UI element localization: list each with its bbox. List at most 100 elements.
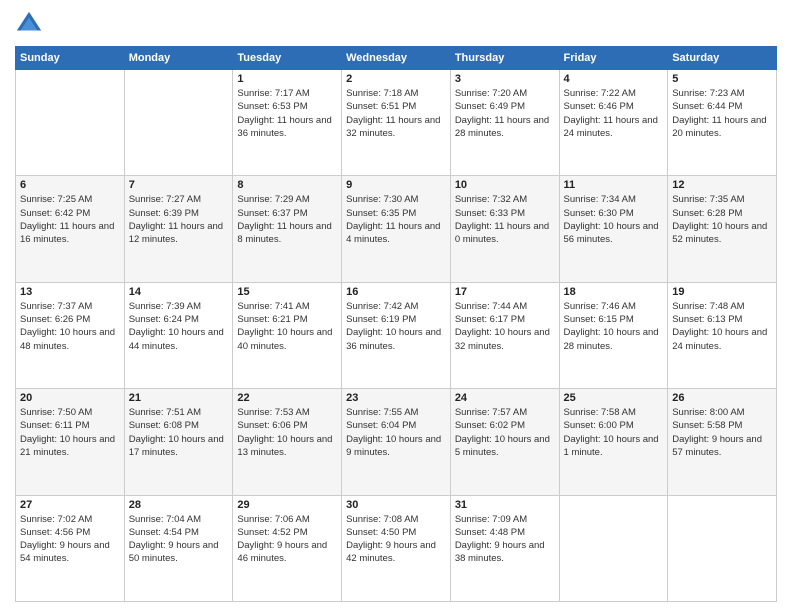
calendar-cell: 3 Sunrise: 7:20 AM Sunset: 6:49 PM Daylig…: [450, 70, 559, 176]
cell-sun-info: Sunrise: 7:35 AM Sunset: 6:28 PM Dayligh…: [672, 193, 772, 246]
cell-sun-info: Sunrise: 7:32 AM Sunset: 6:33 PM Dayligh…: [455, 193, 555, 246]
cell-day-number: 4: [564, 73, 664, 85]
cell-sun-info: Sunrise: 7:18 AM Sunset: 6:51 PM Dayligh…: [346, 87, 446, 140]
calendar-cell: 30 Sunrise: 7:08 AM Sunset: 4:50 PM Dayli…: [342, 495, 451, 601]
calendar-week-row: 27 Sunrise: 7:02 AM Sunset: 4:56 PM Dayli…: [16, 495, 777, 601]
calendar-cell: 20 Sunrise: 7:50 AM Sunset: 6:11 PM Dayli…: [16, 389, 125, 495]
cell-day-number: 11: [564, 179, 664, 191]
weekday-header: Monday: [124, 47, 233, 70]
calendar-cell: [559, 495, 668, 601]
cell-sun-info: Sunrise: 7:50 AM Sunset: 6:11 PM Dayligh…: [20, 406, 120, 459]
cell-day-number: 15: [237, 286, 337, 298]
cell-sun-info: Sunrise: 7:37 AM Sunset: 6:26 PM Dayligh…: [20, 300, 120, 353]
calendar-cell: 1 Sunrise: 7:17 AM Sunset: 6:53 PM Daylig…: [233, 70, 342, 176]
cell-sun-info: Sunrise: 7:30 AM Sunset: 6:35 PM Dayligh…: [346, 193, 446, 246]
cell-day-number: 18: [564, 286, 664, 298]
cell-sun-info: Sunrise: 7:04 AM Sunset: 4:54 PM Dayligh…: [129, 513, 229, 566]
calendar-week-row: 13 Sunrise: 7:37 AM Sunset: 6:26 PM Dayli…: [16, 282, 777, 388]
calendar-cell: 12 Sunrise: 7:35 AM Sunset: 6:28 PM Dayli…: [668, 176, 777, 282]
calendar-cell: 21 Sunrise: 7:51 AM Sunset: 6:08 PM Dayli…: [124, 389, 233, 495]
calendar-cell: 7 Sunrise: 7:27 AM Sunset: 6:39 PM Daylig…: [124, 176, 233, 282]
cell-day-number: 7: [129, 179, 229, 191]
cell-sun-info: Sunrise: 7:44 AM Sunset: 6:17 PM Dayligh…: [455, 300, 555, 353]
calendar-cell: 15 Sunrise: 7:41 AM Sunset: 6:21 PM Dayli…: [233, 282, 342, 388]
cell-day-number: 24: [455, 392, 555, 404]
cell-day-number: 12: [672, 179, 772, 191]
cell-day-number: 25: [564, 392, 664, 404]
cell-day-number: 2: [346, 73, 446, 85]
cell-day-number: 13: [20, 286, 120, 298]
cell-day-number: 26: [672, 392, 772, 404]
cell-day-number: 23: [346, 392, 446, 404]
calendar-cell: 31 Sunrise: 7:09 AM Sunset: 4:48 PM Dayli…: [450, 495, 559, 601]
header: [15, 10, 777, 38]
cell-sun-info: Sunrise: 7:20 AM Sunset: 6:49 PM Dayligh…: [455, 87, 555, 140]
calendar-cell: 9 Sunrise: 7:30 AM Sunset: 6:35 PM Daylig…: [342, 176, 451, 282]
cell-day-number: 19: [672, 286, 772, 298]
page: SundayMondayTuesdayWednesdayThursdayFrid…: [0, 0, 792, 612]
weekday-header: Thursday: [450, 47, 559, 70]
cell-sun-info: Sunrise: 7:02 AM Sunset: 4:56 PM Dayligh…: [20, 513, 120, 566]
cell-day-number: 31: [455, 499, 555, 511]
cell-sun-info: Sunrise: 7:27 AM Sunset: 6:39 PM Dayligh…: [129, 193, 229, 246]
calendar-cell: 17 Sunrise: 7:44 AM Sunset: 6:17 PM Dayli…: [450, 282, 559, 388]
cell-sun-info: Sunrise: 7:39 AM Sunset: 6:24 PM Dayligh…: [129, 300, 229, 353]
calendar-cell: 27 Sunrise: 7:02 AM Sunset: 4:56 PM Dayli…: [16, 495, 125, 601]
cell-sun-info: Sunrise: 7:51 AM Sunset: 6:08 PM Dayligh…: [129, 406, 229, 459]
calendar-cell: 24 Sunrise: 7:57 AM Sunset: 6:02 PM Dayli…: [450, 389, 559, 495]
weekday-header: Wednesday: [342, 47, 451, 70]
cell-day-number: 10: [455, 179, 555, 191]
cell-day-number: 17: [455, 286, 555, 298]
cell-sun-info: Sunrise: 7:46 AM Sunset: 6:15 PM Dayligh…: [564, 300, 664, 353]
cell-day-number: 28: [129, 499, 229, 511]
cell-day-number: 14: [129, 286, 229, 298]
calendar-week-row: 1 Sunrise: 7:17 AM Sunset: 6:53 PM Daylig…: [16, 70, 777, 176]
calendar-cell: 13 Sunrise: 7:37 AM Sunset: 6:26 PM Dayli…: [16, 282, 125, 388]
cell-day-number: 16: [346, 286, 446, 298]
cell-sun-info: Sunrise: 7:22 AM Sunset: 6:46 PM Dayligh…: [564, 87, 664, 140]
cell-sun-info: Sunrise: 7:41 AM Sunset: 6:21 PM Dayligh…: [237, 300, 337, 353]
cell-sun-info: Sunrise: 7:09 AM Sunset: 4:48 PM Dayligh…: [455, 513, 555, 566]
cell-sun-info: Sunrise: 7:08 AM Sunset: 4:50 PM Dayligh…: [346, 513, 446, 566]
cell-day-number: 5: [672, 73, 772, 85]
cell-sun-info: Sunrise: 7:17 AM Sunset: 6:53 PM Dayligh…: [237, 87, 337, 140]
weekday-header: Saturday: [668, 47, 777, 70]
cell-day-number: 22: [237, 392, 337, 404]
cell-day-number: 9: [346, 179, 446, 191]
calendar-week-row: 20 Sunrise: 7:50 AM Sunset: 6:11 PM Dayli…: [16, 389, 777, 495]
calendar-cell: 2 Sunrise: 7:18 AM Sunset: 6:51 PM Daylig…: [342, 70, 451, 176]
cell-sun-info: Sunrise: 7:58 AM Sunset: 6:00 PM Dayligh…: [564, 406, 664, 459]
calendar-week-row: 6 Sunrise: 7:25 AM Sunset: 6:42 PM Daylig…: [16, 176, 777, 282]
calendar-cell: 25 Sunrise: 7:58 AM Sunset: 6:00 PM Dayli…: [559, 389, 668, 495]
calendar-cell: 29Sunrise: 7:06 AM Sunset: 4:52 PM Dayli…: [233, 495, 342, 601]
calendar-cell: [124, 70, 233, 176]
cell-sun-info: Sunrise: 7:29 AM Sunset: 6:37 PM Dayligh…: [237, 193, 337, 246]
calendar-cell: 4 Sunrise: 7:22 AM Sunset: 6:46 PM Daylig…: [559, 70, 668, 176]
cell-day-number: 6: [20, 179, 120, 191]
cell-day-number: 20: [20, 392, 120, 404]
cell-sun-info: Sunrise: 7:34 AM Sunset: 6:30 PM Dayligh…: [564, 193, 664, 246]
calendar-cell: 22 Sunrise: 7:53 AM Sunset: 6:06 PM Dayli…: [233, 389, 342, 495]
calendar-table: SundayMondayTuesdayWednesdayThursdayFrid…: [15, 46, 777, 602]
cell-day-number: 30: [346, 499, 446, 511]
cell-day-number: 21: [129, 392, 229, 404]
cell-day-number: 27: [20, 499, 120, 511]
cell-sun-info: Sunrise: 7:25 AM Sunset: 6:42 PM Dayligh…: [20, 193, 120, 246]
calendar-cell: 18 Sunrise: 7:46 AM Sunset: 6:15 PM Dayli…: [559, 282, 668, 388]
cell-sun-info: Sunrise: 7:53 AM Sunset: 6:06 PM Dayligh…: [237, 406, 337, 459]
calendar-cell: 16 Sunrise: 7:42 AM Sunset: 6:19 PM Dayli…: [342, 282, 451, 388]
cell-day-number: 1: [237, 73, 337, 85]
calendar-cell: 5Sunrise: 7:23 AM Sunset: 6:44 PM Daylig…: [668, 70, 777, 176]
calendar-cell: 6 Sunrise: 7:25 AM Sunset: 6:42 PM Daylig…: [16, 176, 125, 282]
cell-sun-info: Sunrise: 7:55 AM Sunset: 6:04 PM Dayligh…: [346, 406, 446, 459]
cell-sun-info: Sunrise: 7:48 AM Sunset: 6:13 PM Dayligh…: [672, 300, 772, 353]
calendar-cell: 10 Sunrise: 7:32 AM Sunset: 6:33 PM Dayli…: [450, 176, 559, 282]
cell-sun-info: Sunrise: 7:57 AM Sunset: 6:02 PM Dayligh…: [455, 406, 555, 459]
cell-sun-info: Sunrise: 7:42 AM Sunset: 6:19 PM Dayligh…: [346, 300, 446, 353]
cell-day-number: 8: [237, 179, 337, 191]
cell-day-number: 3: [455, 73, 555, 85]
calendar-cell: 14 Sunrise: 7:39 AM Sunset: 6:24 PM Dayli…: [124, 282, 233, 388]
weekday-header: Sunday: [16, 47, 125, 70]
calendar-cell: 8 Sunrise: 7:29 AM Sunset: 6:37 PM Daylig…: [233, 176, 342, 282]
calendar-cell: [668, 495, 777, 601]
